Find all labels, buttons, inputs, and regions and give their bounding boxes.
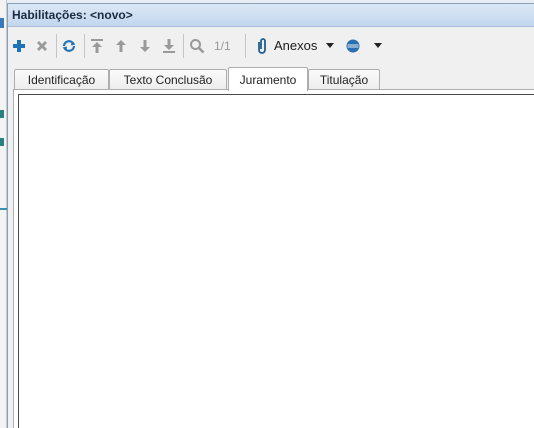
habilitacoes-dialog: Habilitações: <novo> 1/1 Anexos Identifi… [7,3,534,428]
next-record-button[interactable] [136,37,154,55]
plus-icon [13,40,25,52]
tab-texto-conclusao[interactable]: Texto Conclusão [109,69,227,90]
toolbar-separator [84,34,85,58]
x-icon [37,41,47,51]
background-mark [0,138,4,146]
tab-content-juramento [13,90,534,428]
refresh-button[interactable] [60,37,78,55]
toolbar-separator [56,34,57,58]
refresh-icon [62,40,76,52]
tab-identificacao[interactable]: Identificação [14,69,109,90]
background-window-edge [0,0,7,428]
attachments-label[interactable]: Anexos [274,38,317,53]
tab-juramento[interactable]: Juramento [228,67,308,91]
paperclip-icon [258,38,266,54]
magnifier-icon [190,39,205,54]
add-button[interactable] [10,37,28,55]
toolbar-separator [245,34,246,58]
record-counter: 1/1 [214,39,231,53]
previous-record-button[interactable] [112,37,130,55]
background-mark [0,110,4,118]
last-record-button[interactable] [160,37,178,55]
search-button[interactable] [188,37,206,55]
attachments-button[interactable] [253,37,271,55]
tab-bar: Identificação Texto Conclusão Juramento … [8,66,534,91]
attachments-dropdown-icon[interactable] [326,43,334,48]
scanner-button[interactable] [344,37,362,55]
title-bar[interactable]: Habilitações: <novo> [8,4,534,27]
delete-button[interactable] [33,37,51,55]
background-mark [0,208,7,210]
tab-label: Identificação [27,73,96,87]
toolbar-separator [183,34,184,58]
arrow-first-icon [91,39,103,53]
tab-label: Titulação [319,73,369,87]
scanner-dropdown-icon[interactable] [374,43,382,48]
arrow-last-icon [163,39,175,53]
scanner-icon [346,39,360,53]
tab-label: Texto Conclusão [123,73,213,87]
window-title: Habilitações: <novo> [12,8,133,22]
tab-titulacao[interactable]: Titulação [308,69,380,90]
arrow-up-icon [116,40,126,52]
first-record-button[interactable] [88,37,106,55]
background-mark [0,18,4,28]
tab-label: Juramento [239,72,297,87]
arrow-down-icon [140,40,150,52]
toolbar: 1/1 Anexos [8,28,534,64]
juramento-text-editor[interactable] [18,94,534,428]
